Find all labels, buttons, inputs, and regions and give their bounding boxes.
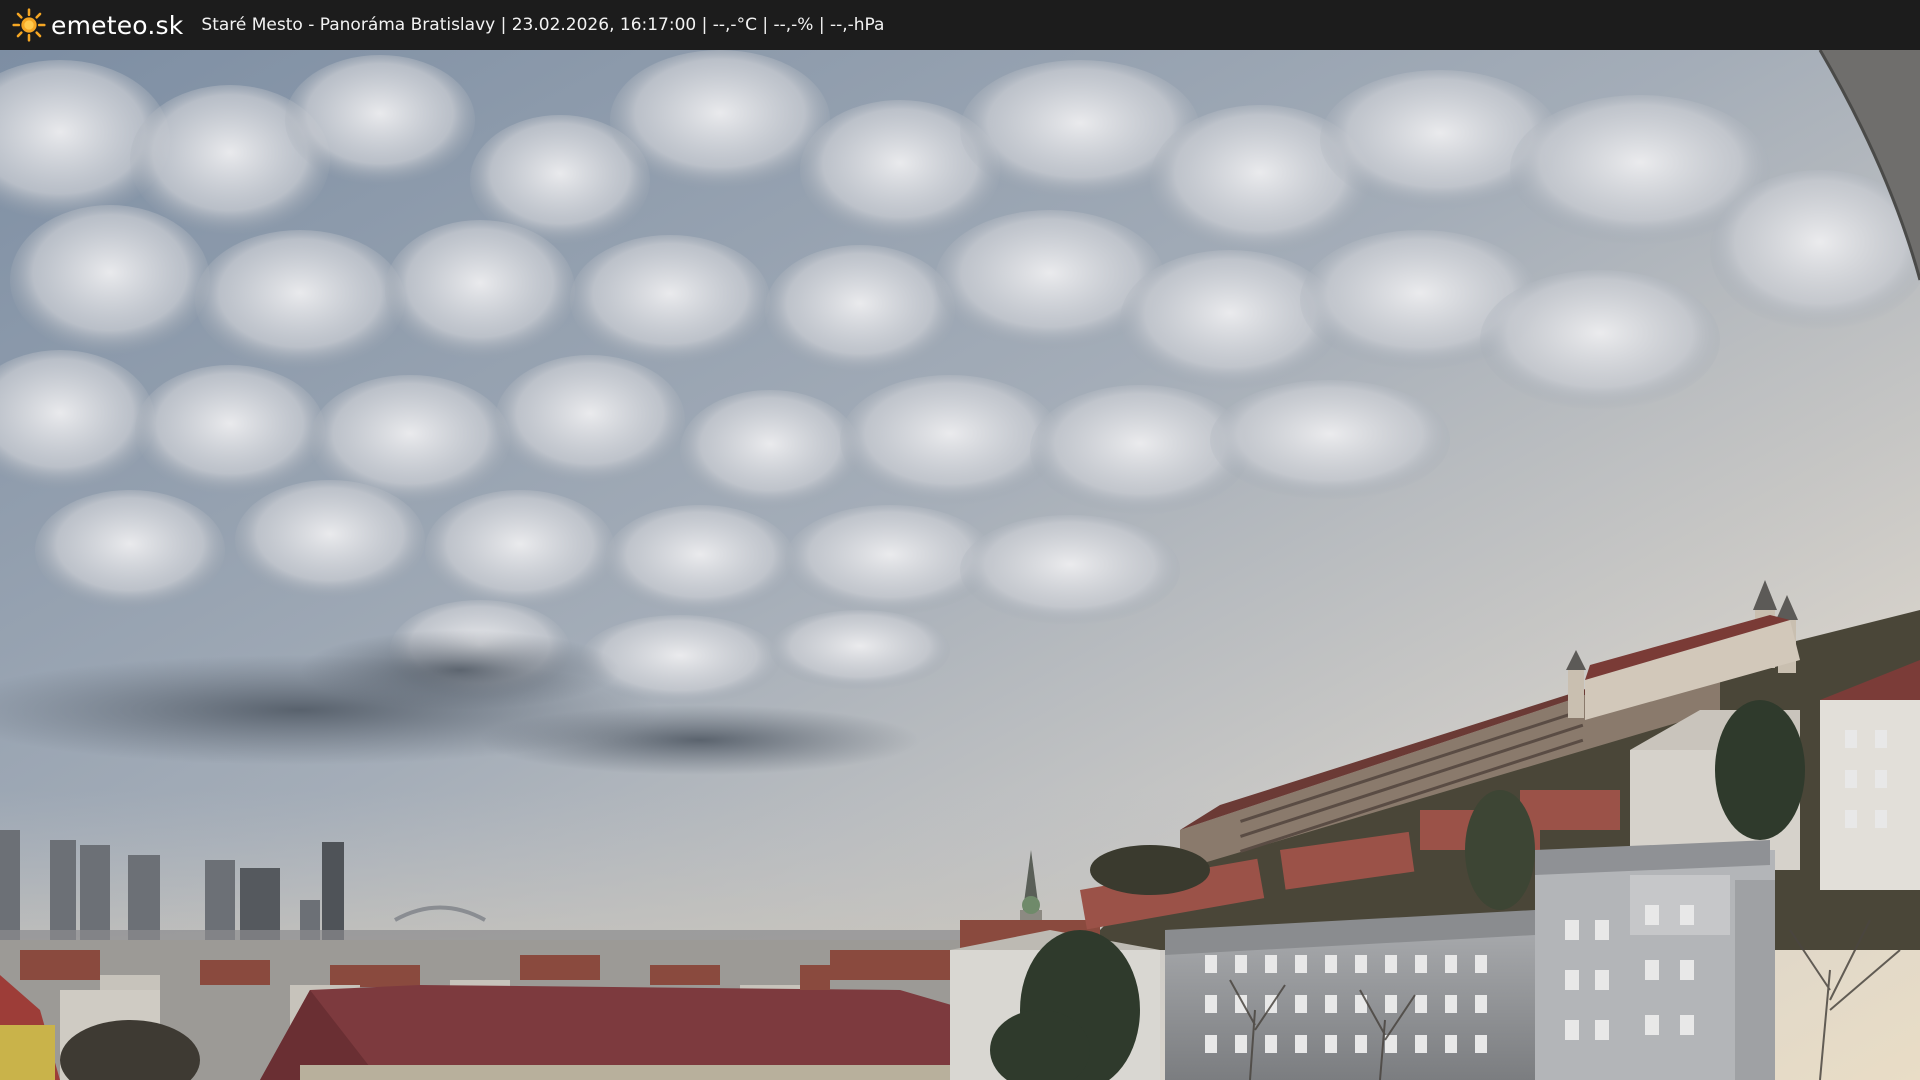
sun-icon bbox=[12, 8, 46, 42]
header-bar: emeteo.sk Staré Mesto - Panoráma Bratisl… bbox=[0, 0, 1920, 50]
camera-caption: Staré Mesto - Panoráma Bratislavy | 23.0… bbox=[201, 15, 885, 35]
site-logo[interactable]: emeteo.sk bbox=[12, 8, 183, 42]
webcam-image bbox=[0, 50, 1920, 1080]
brand-name: emeteo.sk bbox=[51, 10, 184, 40]
panorama-scene bbox=[0, 50, 1920, 1080]
